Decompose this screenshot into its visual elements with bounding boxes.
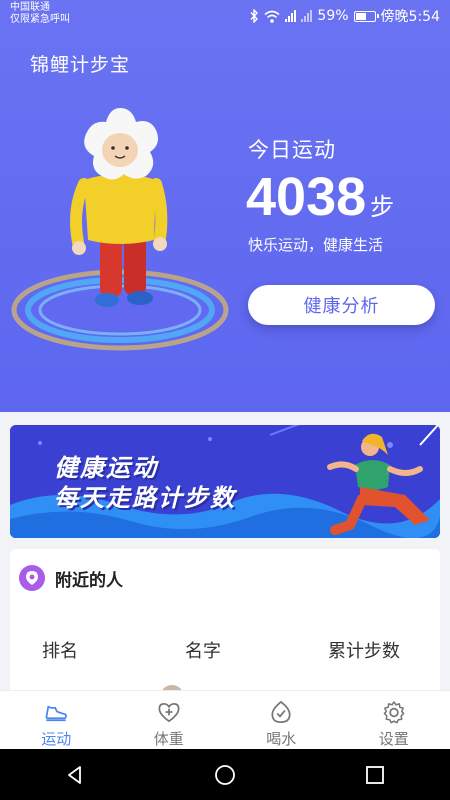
- tab-label: 体重: [153, 730, 184, 748]
- tab-label: 设置: [378, 730, 409, 748]
- banner-text: 健康运动 每天走路计步数: [54, 453, 236, 513]
- banner-line-1: 健康运动: [54, 454, 158, 482]
- battery-icon: [353, 10, 379, 22]
- heart-plus-icon: [158, 702, 180, 723]
- nearby-title: 附近的人: [55, 570, 123, 591]
- bluetooth-icon: [250, 9, 259, 23]
- tab-settings[interactable]: 设置: [338, 691, 450, 749]
- hero-section: 中国联通 仅限紧急呼叫 59% 傍晚5:54 锦鲤计步宝 今日运动 4038 步…: [0, 0, 450, 412]
- steps-unit: 步: [370, 193, 395, 221]
- promo-banner[interactable]: 健康运动 每天走路计步数: [10, 425, 440, 538]
- gear-icon: [383, 701, 405, 724]
- mascot-figure: [11, 108, 229, 351]
- home-button[interactable]: [205, 755, 245, 795]
- carrier-name: 中国联通: [10, 2, 50, 13]
- tab-label: 运动: [41, 730, 72, 748]
- nearby-people-card: 附近的人 排名 名字 累计步数: [10, 549, 440, 709]
- steps-value: 4038: [246, 167, 367, 227]
- shoe-icon: [45, 705, 68, 722]
- column-steps: 累计步数: [328, 641, 400, 662]
- status-bar: 中国联通 仅限紧急呼叫 59% 傍晚5:54: [0, 0, 450, 32]
- tab-label: 喝水: [266, 730, 297, 748]
- bottom-tab-bar: 运动 体重 喝水 设置: [0, 690, 450, 749]
- drop-check-icon: [271, 700, 291, 724]
- status-icons: 59% 傍晚5:54: [249, 6, 440, 26]
- signal-icon: [285, 10, 297, 22]
- nearby-header: 附近的人: [19, 565, 123, 591]
- system-nav-bar: [0, 749, 450, 800]
- battery-percent: 59%: [317, 8, 349, 24]
- tab-weight[interactable]: 体重: [113, 691, 226, 749]
- health-analysis-button[interactable]: 健康分析: [248, 285, 435, 325]
- steps-display: 4038 步: [246, 166, 394, 228]
- app-title: 锦鲤计步宝: [30, 54, 131, 76]
- today-label: 今日运动: [248, 138, 336, 162]
- carrier-status: 仅限紧急呼叫: [10, 14, 70, 25]
- battery-level: [355, 12, 367, 20]
- home-circle-icon: [215, 764, 235, 785]
- wifi-icon: [264, 10, 280, 23]
- signal-icon-2: [301, 10, 313, 22]
- location-pin-icon: [19, 565, 45, 591]
- column-rank: 排名: [42, 641, 78, 662]
- recents-button[interactable]: [355, 755, 395, 795]
- recents-square-icon: [366, 765, 384, 784]
- carrier-info: 中国联通 仅限紧急呼叫: [10, 2, 70, 26]
- slogan: 快乐运动，健康生活: [248, 236, 384, 254]
- tab-sport[interactable]: 运动: [0, 691, 113, 749]
- banner-line-2: 每天走路计步数: [54, 484, 236, 512]
- column-name: 名字: [185, 641, 221, 662]
- clock: 傍晚5:54: [380, 9, 440, 25]
- back-button[interactable]: [55, 755, 95, 795]
- tab-water[interactable]: 喝水: [225, 691, 338, 749]
- back-triangle-icon: [68, 765, 81, 784]
